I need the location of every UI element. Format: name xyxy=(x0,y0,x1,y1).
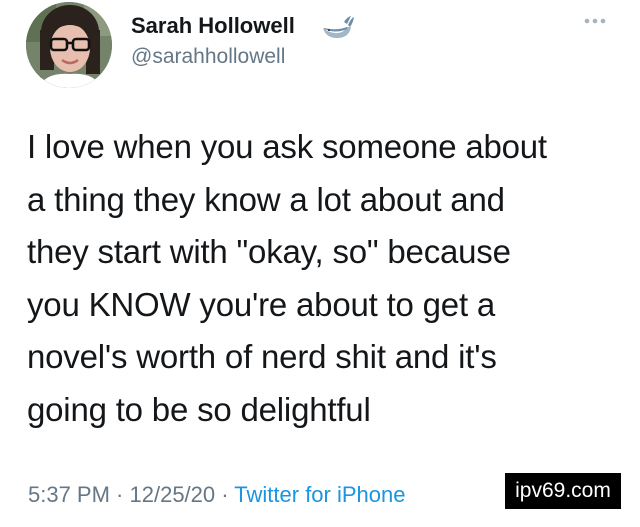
tweet-source-link[interactable]: Twitter for iPhone xyxy=(234,482,405,507)
watermark: ipv69.com xyxy=(505,473,621,509)
tweet-card: Sarah Hollowell @sarahhollowell I love w… xyxy=(0,0,640,527)
whale-icon xyxy=(320,14,356,42)
tweet-text-line: novel's worth of nerd shit and it's xyxy=(27,338,497,375)
tweet-date[interactable]: 12/25/20 xyxy=(130,482,216,507)
tweet-text-line: I love when you ask someone about xyxy=(27,128,547,165)
tweet-meta: 5:37 PM · 12/25/20 · Twitter for iPhone xyxy=(28,482,405,508)
meta-separator: · xyxy=(109,482,130,507)
tweet-text: I love when you ask someone about a thin… xyxy=(27,121,627,436)
more-icon[interactable] xyxy=(582,14,608,28)
author-display-name[interactable]: Sarah Hollowell xyxy=(131,13,295,39)
meta-separator: · xyxy=(215,482,235,507)
avatar[interactable] xyxy=(26,2,112,88)
tweet-time[interactable]: 5:37 PM xyxy=(28,482,110,507)
tweet-text-line: they start with "okay, so" because xyxy=(27,233,511,270)
tweet-text-line: you KNOW you're about to get a xyxy=(27,285,496,323)
author-handle[interactable]: @sarahhollowell xyxy=(131,45,285,69)
avatar-photo xyxy=(26,2,112,88)
tweet-text-line: a thing they know a lot about and xyxy=(27,180,505,218)
tweet-text-line: going to be so delightful xyxy=(27,390,371,428)
